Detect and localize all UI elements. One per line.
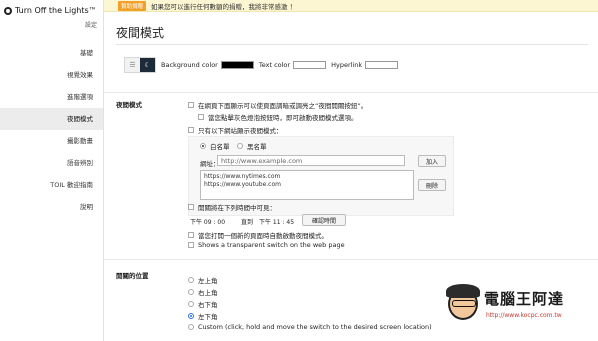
night-mode-section-label: 夜間模式: [116, 101, 142, 109]
background-color-label: Background color: [161, 61, 218, 69]
position-radio-selected[interactable]: [188, 313, 194, 319]
hyperlink-color-label: Hyperlink: [331, 61, 363, 69]
option-long-press-label: 當您點擊灰色燈泡按鈕時，即可啟動夜間模式選項。: [208, 114, 358, 122]
position-option-bottom-left[interactable]: 左下角: [188, 311, 218, 321]
sidebar-item-camera-motion[interactable]: 攝影動畫: [0, 130, 103, 152]
sidebar-item-basics[interactable]: 基礎: [0, 42, 103, 64]
position-radio[interactable]: [188, 301, 194, 307]
option-auto-new-page-label: 當您打開一個新的頁面時自動啟動夜間模式。: [198, 232, 328, 240]
remove-url-button[interactable]: 刪除: [418, 179, 446, 191]
option-transparent-switch-label: Shows a transparent switch on the web pa…: [198, 241, 345, 249]
position-option-custom[interactable]: Custom (click, hold and move the switch …: [188, 323, 432, 331]
time-from-field[interactable]: 下午 09 : 00: [190, 217, 225, 226]
app-title: Turn Off the Lights™: [15, 6, 97, 15]
position-label: Custom (click, hold and move the switch …: [198, 323, 432, 331]
confirm-time-button[interactable]: 確認時間: [302, 214, 346, 226]
option-time-range[interactable]: 開關將在下列時間中可見：: [188, 202, 276, 212]
list-item[interactable]: https://www.youtube.com: [204, 181, 410, 189]
position-option-bottom-right[interactable]: 右下角: [188, 299, 218, 309]
watermark-title: 電腦王阿達: [484, 290, 565, 308]
position-label: 右上角: [198, 289, 218, 297]
position-option-top-right[interactable]: 右上角: [188, 287, 218, 297]
auto-new-page-checkbox[interactable]: [188, 232, 194, 238]
option-sites-only[interactable]: 只有以下網站顯示夜間模式：: [188, 125, 283, 135]
sites-only-checkbox[interactable]: [188, 127, 194, 133]
settings-label: 設定: [84, 22, 97, 29]
site-watermark: 電腦王阿達 http://www.kocpc.com.tw: [446, 282, 596, 338]
title-divider: [116, 44, 588, 45]
position-option-top-left[interactable]: 左上角: [188, 275, 218, 285]
brand: Turn Off the Lights™: [0, 0, 103, 15]
sidebar-item-speech-recognition[interactable]: 語音辨別: [0, 152, 103, 174]
sidebar: Turn Off the Lights™ 設定 基礎 視覺效果 進階選項 夜間模…: [0, 0, 104, 341]
moon-icon: ☾: [140, 58, 155, 72]
url-input[interactable]: http://www.example.com: [217, 155, 405, 166]
option-long-press[interactable]: 當您點擊灰色燈泡按鈕時，即可啟動夜間模式選項。: [198, 112, 358, 122]
option-auto-new-page[interactable]: 當您打開一個新的頁面時自動啟動夜間模式。: [188, 230, 328, 240]
show-switch-checkbox[interactable]: [188, 102, 194, 108]
list-item[interactable]: https://www.nytimes.com: [204, 173, 410, 181]
hamburger-icon: ☰: [129, 61, 136, 69]
night-switch-preview[interactable]: ☰ ☾: [124, 57, 156, 73]
text-color-label: Text color: [258, 61, 291, 69]
sidebar-item-help[interactable]: 說明: [0, 196, 103, 218]
color-settings-row: ☰ ☾ Background color Text color Hyperlin…: [124, 57, 399, 73]
section-divider: [104, 259, 598, 260]
site-url-list[interactable]: https://www.nytimes.com https://www.yout…: [200, 170, 414, 200]
mascot-glasses-icon: [452, 300, 476, 307]
text-color-swatch[interactable]: [293, 61, 327, 69]
whitelist-radio[interactable]: [200, 143, 206, 149]
whitelist-radio-option[interactable]: 白名單: [200, 141, 230, 151]
position-label: 左上角: [198, 277, 218, 285]
donate-badge[interactable]: 贊助捐贈: [118, 0, 147, 11]
option-transparent-switch[interactable]: Shows a transparent switch on the web pa…: [188, 241, 345, 249]
position-label: 左下角: [198, 313, 218, 321]
sidebar-item-visual-effects[interactable]: 視覺效果: [0, 64, 103, 86]
option-sites-only-label: 只有以下網站顯示夜間模式：: [198, 127, 283, 135]
time-to-label: 直到: [241, 219, 254, 226]
lamp-logo-icon: [4, 6, 12, 15]
watermark-url: http://www.kocpc.com.tw: [486, 312, 562, 319]
position-radio[interactable]: [188, 289, 194, 295]
notice-text: 如果您可以進行任何數額的捐贈，我將非常感激 ！: [151, 2, 297, 11]
add-url-button[interactable]: 加入: [418, 155, 446, 167]
time-range-checkbox[interactable]: [188, 204, 194, 210]
option-time-range-label: 開關將在下列時間中可見：: [198, 204, 276, 212]
transparent-switch-checkbox[interactable]: [188, 242, 194, 248]
page-title: 夜間模式: [116, 26, 165, 40]
donation-notice: 贊助捐贈 如果您可以進行任何數額的捐贈，我將非常感激 ！: [104, 0, 598, 12]
position-label: 右下角: [198, 301, 218, 309]
sidebar-item-advanced[interactable]: 進階選項: [0, 86, 103, 108]
blacklist-radio[interactable]: [237, 143, 243, 149]
long-press-checkbox[interactable]: [198, 114, 204, 120]
whitelist-label: 白名單: [210, 143, 230, 151]
sidebar-item-welcome-guide[interactable]: TOIL 歡迎指南: [0, 174, 103, 196]
sidebar-item-night-mode[interactable]: 夜間模式: [0, 108, 103, 130]
position-radio[interactable]: [188, 277, 194, 283]
sidebar-nav: 基礎 視覺效果 進階選項 夜間模式 攝影動畫 語音辨別 TOIL 歡迎指南 說明: [0, 42, 103, 218]
blacklist-label: 黑名單: [247, 143, 267, 151]
mascot-hair-icon: [446, 284, 480, 298]
background-color-swatch[interactable]: [220, 61, 254, 69]
position-radio[interactable]: [188, 324, 194, 330]
option-show-switch-label: 在網頁下面顯示可以使頁面調暗或調亮之“夜間開關按鈕”。: [198, 102, 368, 110]
time-to-field[interactable]: 下午 11 : 45: [259, 217, 294, 226]
section-divider: [104, 92, 598, 93]
option-show-switch[interactable]: 在網頁下面顯示可以使頁面調暗或調亮之“夜間開關按鈕”。: [188, 100, 367, 110]
blacklist-radio-option[interactable]: 黑名單: [237, 141, 267, 151]
hyperlink-color-swatch[interactable]: [365, 61, 399, 69]
switch-position-section-label: 開關的位置: [116, 272, 149, 280]
